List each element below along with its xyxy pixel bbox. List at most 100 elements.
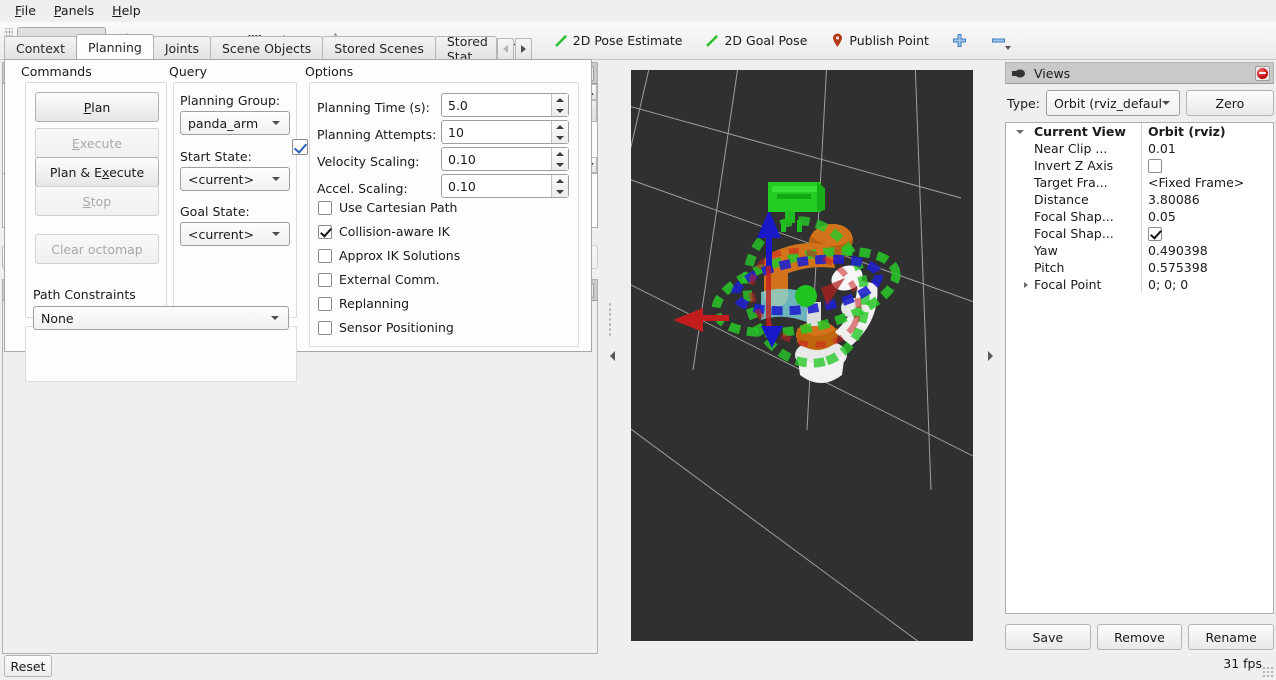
property-row-focal-shape-fixed[interactable]: Focal Shap... xyxy=(1006,225,1273,242)
remove-view-button[interactable]: Remove xyxy=(1096,624,1183,650)
chevron-down-icon xyxy=(272,232,280,236)
planning-attempts-spinbox[interactable]: 10 xyxy=(441,120,569,144)
views-button-row: Save Remove Rename xyxy=(1005,624,1275,650)
tool-remove[interactable] xyxy=(980,27,1017,55)
property-value[interactable] xyxy=(1141,157,1273,174)
menu-help[interactable]: Help xyxy=(103,1,150,21)
menu-panels[interactable]: Panels xyxy=(45,1,103,21)
start-state-value: <current> xyxy=(188,171,255,187)
planning-attempts-label: Planning Attempts: xyxy=(317,127,437,142)
external-comm-row[interactable]: External Comm. xyxy=(318,272,440,287)
property-row-distance[interactable]: Distance 3.80086 xyxy=(1006,191,1273,208)
property-row-focal-shape-size[interactable]: Focal Shap... 0.05 xyxy=(1006,208,1273,225)
zero-view-button[interactable]: Zero xyxy=(1185,90,1274,116)
left-panel-collapse-handle[interactable] xyxy=(607,70,617,641)
planning-group-combo[interactable]: panda_arm xyxy=(180,111,290,135)
planning-group-value: panda_arm xyxy=(188,115,259,131)
tab-stored-states[interactable]: Stored Stat xyxy=(434,36,497,60)
menu-file[interactable]: File xyxy=(6,1,45,21)
velocity-scaling-label: Velocity Scaling: xyxy=(317,154,420,169)
external-comm-label: External Comm. xyxy=(339,272,440,287)
sensor-positioning-row[interactable]: Sensor Positioning xyxy=(318,320,454,335)
property-row-pitch[interactable]: Pitch 0.575398 xyxy=(1006,259,1273,276)
use-cartesian-path-checkbox[interactable] xyxy=(318,200,332,215)
property-value[interactable] xyxy=(1141,225,1273,242)
tab-stored-scenes[interactable]: Stored Scenes xyxy=(322,36,436,60)
view-properties-table[interactable]: Current View Orbit (rviz) Near Clip ... … xyxy=(1005,122,1274,614)
spinner-arrows-icon[interactable] xyxy=(551,121,568,143)
sensor-positioning-checkbox[interactable] xyxy=(318,320,332,335)
motionplanning-checkbox[interactable] xyxy=(292,138,308,155)
approx-ik-solutions-label: Approx IK Solutions xyxy=(339,248,461,263)
toolbar-overflow-icon[interactable] xyxy=(1004,45,1011,50)
path-constraints-combo[interactable]: None xyxy=(33,306,289,330)
view-type-combo[interactable]: Orbit (rviz_defaul xyxy=(1045,90,1180,116)
spinner-arrows-icon[interactable] xyxy=(551,94,568,116)
menu-bar: File Panels Help xyxy=(0,0,1276,22)
collision-aware-ik-row[interactable]: Collision-aware IK xyxy=(318,224,450,239)
velocity-scaling-spinbox[interactable]: 0.10 xyxy=(441,147,569,171)
views-title-bar: Views xyxy=(1005,62,1274,84)
right-panel-collapse-handle[interactable] xyxy=(985,70,995,641)
plan-and-execute-button[interactable]: Plan & Execute xyxy=(35,157,159,187)
external-comm-checkbox[interactable] xyxy=(318,272,332,287)
replanning-checkbox[interactable] xyxy=(318,296,332,311)
tab-joints[interactable]: Joints xyxy=(152,36,211,60)
reset-button[interactable]: Reset xyxy=(4,655,52,677)
view-type-label: Type: xyxy=(1007,95,1040,111)
replanning-row[interactable]: Replanning xyxy=(318,296,409,311)
tab-planning[interactable]: Planning xyxy=(75,34,154,60)
accel-scaling-spinbox[interactable]: 0.10 xyxy=(441,174,569,198)
tab-scene-objects[interactable]: Scene Objects xyxy=(209,36,324,60)
property-row-focal-point[interactable]: Focal Point 0; 0; 0 xyxy=(1006,276,1273,293)
property-value[interactable]: 0.05 xyxy=(1141,208,1273,225)
replanning-label: Replanning xyxy=(339,296,410,311)
stop-button[interactable]: Stop xyxy=(35,186,159,216)
views-camera-icon xyxy=(1011,66,1028,81)
planning-time-value: 5.0 xyxy=(448,97,468,113)
property-name: Target Fra... xyxy=(1034,175,1108,190)
approx-ik-solutions-row[interactable]: Approx IK Solutions xyxy=(318,248,460,263)
clear-octomap-button[interactable]: Clear octomap xyxy=(35,234,159,264)
path-constraints-box xyxy=(25,326,297,382)
collapse-arrow-icon[interactable] xyxy=(1016,123,1024,140)
property-value[interactable]: 0.01 xyxy=(1141,140,1273,157)
tab-scroll-left-icon[interactable] xyxy=(496,38,514,60)
window-resize-grip[interactable] xyxy=(1262,666,1274,678)
tool-publish-point[interactable]: Publish Point xyxy=(819,27,939,55)
goal-state-combo[interactable]: <current> xyxy=(180,222,290,246)
property-value[interactable]: <Fixed Frame> xyxy=(1141,174,1273,191)
plan-button[interactable]: Plan xyxy=(35,92,159,122)
property-value[interactable]: 0.575398 xyxy=(1141,259,1273,276)
property-row-yaw[interactable]: Yaw 0.490398 xyxy=(1006,242,1273,259)
spinner-arrows-icon[interactable] xyxy=(551,148,568,170)
planning-time-spinbox[interactable]: 5.0 xyxy=(441,93,569,117)
views-close-button[interactable] xyxy=(1255,65,1270,81)
collision-aware-ik-checkbox[interactable] xyxy=(318,224,332,239)
approx-ik-solutions-checkbox[interactable] xyxy=(318,248,332,263)
property-value[interactable]: 0.490398 xyxy=(1141,242,1273,259)
start-state-combo[interactable]: <current> xyxy=(180,167,290,191)
property-row-invert-z-axis[interactable]: Invert Z Axis xyxy=(1006,157,1273,174)
spinner-arrows-icon[interactable] xyxy=(551,175,568,197)
tab-context[interactable]: Context xyxy=(4,36,77,60)
execute-button[interactable]: Execute xyxy=(35,128,159,158)
property-row-header[interactable]: Current View Orbit (rviz) xyxy=(1006,123,1273,140)
save-view-button[interactable]: Save xyxy=(1005,624,1091,650)
tool-add[interactable] xyxy=(941,27,978,55)
tab-scroll-right-icon[interactable] xyxy=(514,38,532,60)
property-row-near-clip[interactable]: Near Clip ... 0.01 xyxy=(1006,140,1273,157)
fps-indicator: 31 fps xyxy=(1223,656,1262,671)
rename-view-button[interactable]: Rename xyxy=(1188,624,1275,650)
use-cartesian-path-row[interactable]: Use Cartesian Path xyxy=(318,200,457,215)
property-row-target-frame[interactable]: Target Fra... <Fixed Frame> xyxy=(1006,174,1273,191)
expand-arrow-icon[interactable] xyxy=(1024,276,1028,293)
property-value[interactable]: 3.80086 xyxy=(1141,191,1273,208)
tool-2d-goal-pose[interactable]: 2D Goal Pose xyxy=(694,27,817,55)
focal-shape-fixed-checkbox[interactable] xyxy=(1148,226,1162,241)
invert-z-axis-checkbox[interactable] xyxy=(1148,158,1162,173)
3d-viewport[interactable] xyxy=(631,70,973,641)
velocity-scaling-value: 0.10 xyxy=(448,151,476,167)
property-value[interactable]: 0; 0; 0 xyxy=(1141,276,1273,293)
tool-publish-point-label: Publish Point xyxy=(849,33,929,48)
